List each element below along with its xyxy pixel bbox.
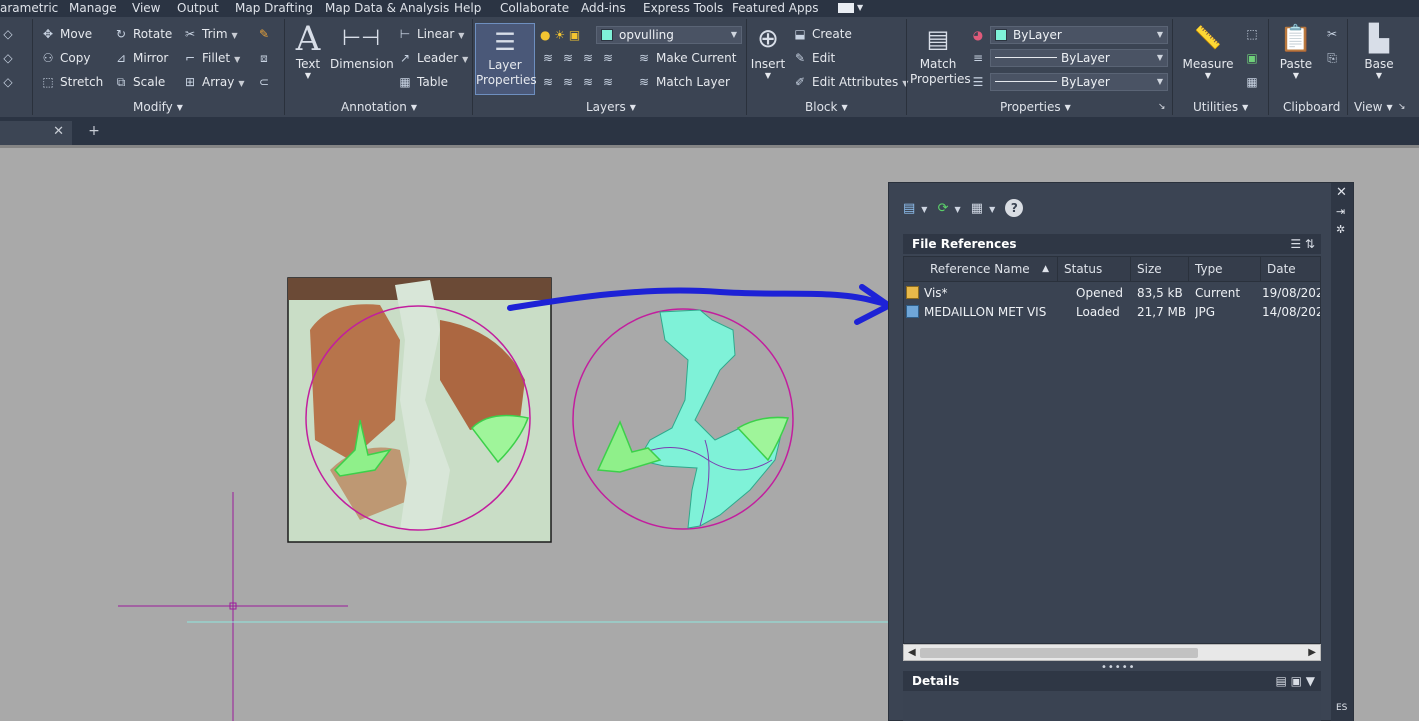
palette-toolbar: ▤ ▼ ⟳ ▼ ▦ ▼ ? — [903, 199, 1029, 219]
column-label: Size — [1137, 262, 1162, 276]
horizontal-scrollbar[interactable]: ◀ ▶ — [903, 644, 1321, 661]
column-size[interactable]: Size — [1131, 257, 1189, 281]
file-references-table: Reference Name ▲ Status Size Type Date Vi… — [903, 256, 1321, 644]
sort-ascending-icon: ▲ — [1042, 264, 1049, 274]
reference-name-cell: Vis* — [906, 284, 1056, 303]
column-label: Type — [1195, 262, 1223, 276]
column-status[interactable]: Status — [1058, 257, 1131, 281]
column-label: Reference Name — [930, 262, 1030, 276]
auto-hide-icon[interactable]: ⇥ — [1336, 205, 1345, 218]
table-row[interactable]: Vis* Opened 83,5 kB Current 19/08/202... — [904, 284, 1320, 303]
date-cell: 19/08/202... — [1262, 286, 1320, 300]
file-references-header: File References ☰ ⇅ — [903, 234, 1321, 254]
scrollbar-thumb[interactable] — [920, 648, 1198, 658]
column-reference-name[interactable]: Reference Name ▲ — [904, 257, 1058, 281]
table-header: Reference Name ▲ Status Size Type Date — [904, 257, 1320, 282]
size-cell: 83,5 kB — [1137, 286, 1183, 300]
size-cell: 21,7 MB — [1137, 305, 1187, 319]
help-icon[interactable]: ? — [1005, 199, 1024, 217]
attach-dwg-icon[interactable]: ▤ — [903, 201, 915, 216]
column-label: Status — [1064, 262, 1103, 276]
reference-name-cell: MEDAILLON MET VIS — [906, 303, 1056, 322]
date-cell: 14/08/202... — [1262, 305, 1320, 319]
details-panel — [903, 691, 1321, 721]
type-cell: JPG — [1195, 305, 1216, 319]
column-label: Date — [1267, 262, 1296, 276]
table-row[interactable]: MEDAILLON MET VIS Loaded 21,7 MB JPG 14/… — [904, 303, 1320, 322]
details-header: Details ▤ ▣ ▼ — [903, 671, 1321, 691]
change-path-icon[interactable]: ▦ — [971, 201, 983, 216]
scroll-left-icon[interactable]: ◀ — [908, 645, 916, 660]
gear-icon[interactable]: ✲ — [1336, 223, 1345, 236]
refresh-icon[interactable]: ⟳ — [938, 201, 949, 216]
column-type[interactable]: Type — [1189, 257, 1261, 281]
file-references-title: File References — [912, 237, 1017, 251]
palette-title-strip: ✕ ⇥ ✲ ES — [1331, 183, 1353, 721]
external-references-palette: ✕ ⇥ ✲ ES ▤ ▼ ⟳ ▼ ▦ ▼ ? File References ☰ ⇅ … — [888, 182, 1354, 721]
chevron-down-icon[interactable]: ▼ — [989, 205, 995, 214]
scroll-right-icon[interactable]: ▶ — [1308, 645, 1316, 660]
traced-medallion-drawing[interactable] — [572, 308, 794, 530]
details-title: Details — [912, 674, 960, 688]
dwg-file-icon — [906, 286, 919, 299]
close-icon[interactable]: ✕ — [1336, 185, 1347, 200]
column-date[interactable]: Date — [1261, 257, 1320, 281]
type-cell: Current — [1195, 286, 1241, 300]
reference-name: MEDAILLON MET VIS — [924, 305, 1047, 319]
details-view-icons[interactable]: ▤ ▣ ▼ — [1275, 671, 1315, 691]
reference-name: Vis* — [924, 286, 948, 300]
status-cell: Loaded — [1076, 305, 1120, 319]
chevron-down-icon[interactable]: ▼ — [921, 205, 927, 214]
palette-title-vertical: ES — [1336, 703, 1348, 713]
chevron-down-icon[interactable]: ▼ — [955, 205, 961, 214]
medallion-raster-image[interactable] — [287, 277, 552, 543]
list-view-icon[interactable]: ☰ ⇅ — [1290, 234, 1315, 254]
status-cell: Opened — [1076, 286, 1124, 300]
image-file-icon — [906, 305, 919, 318]
